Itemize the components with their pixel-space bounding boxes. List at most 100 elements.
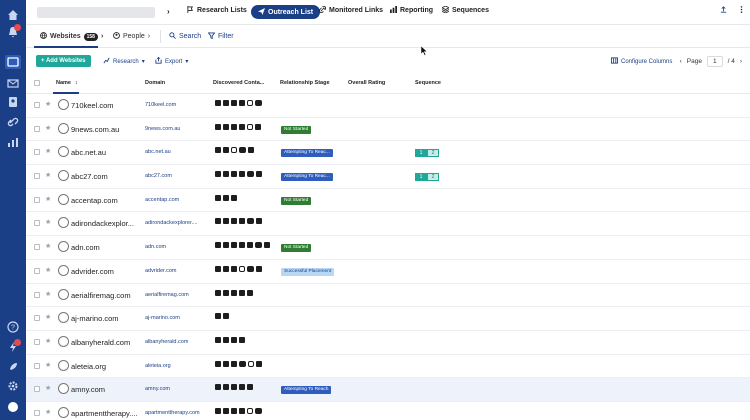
filter-button[interactable]: Filter (207, 32, 234, 41)
table-row[interactable]: ★ aleteia.org aleteia.org (26, 355, 750, 379)
relationship-stage-badge[interactable]: Attempting To Reach (281, 386, 332, 395)
instagram-icon[interactable] (239, 265, 245, 272)
mail-icon[interactable] (215, 242, 221, 249)
website-name[interactable]: aleteia.org (71, 362, 106, 371)
relationship-stage-badge[interactable]: Not Started (281, 196, 312, 205)
table-row[interactable]: ★ 9news.com.au 9news.com.au Not Started (26, 118, 750, 142)
relationship-stage-badge[interactable]: Successful Placement (281, 267, 335, 276)
star-icon[interactable]: ★ (45, 408, 51, 416)
select-all-checkbox[interactable] (34, 80, 40, 86)
youtube-icon[interactable] (247, 265, 254, 272)
mail-icon[interactable] (215, 360, 221, 367)
star-icon[interactable]: ★ (45, 171, 51, 179)
twitter-icon[interactable] (239, 242, 245, 249)
star-icon[interactable]: ★ (45, 218, 51, 226)
tiktok-icon[interactable] (223, 242, 229, 249)
linkedin-icon[interactable] (223, 313, 229, 320)
table-row[interactable]: ★ accentap.com accentap.com Not Started (26, 189, 750, 213)
website-domain[interactable]: aj-marino.com (145, 315, 180, 321)
table-row[interactable]: ★ aerialfiremag.com aerialfiremag.com (26, 284, 750, 308)
website-name[interactable]: adn.com (71, 243, 100, 252)
youtube-icon[interactable] (255, 407, 262, 414)
table-row[interactable]: ★ abc.net.au abc.net.au Attempting To Reac.… (26, 141, 750, 166)
settings-icon[interactable] (5, 379, 21, 393)
table-row[interactable]: ★ apartmenttherapy.... apartmenttherapy.co… (26, 402, 750, 420)
facebook-icon[interactable] (223, 360, 229, 367)
tab-websites[interactable]: Websites 158 › (40, 32, 103, 41)
star-icon[interactable]: ★ (45, 290, 51, 298)
facebook-icon[interactable] (215, 147, 221, 154)
twitter-icon[interactable] (239, 384, 245, 391)
twitter-icon[interactable] (223, 384, 229, 391)
tiktok-icon[interactable] (223, 123, 229, 130)
page-input[interactable]: 1 (706, 56, 723, 67)
instagram-icon[interactable] (248, 360, 254, 367)
relationship-stage-badge[interactable]: Attempting To Reac... (281, 149, 333, 158)
sort-icon[interactable]: ↕ (75, 80, 78, 86)
website-name[interactable]: albanyherald.com (71, 338, 130, 347)
row-checkbox[interactable] (34, 244, 40, 251)
header-name[interactable]: Name (56, 80, 71, 86)
table-row[interactable]: ★ adn.com adn.com Not Started (26, 236, 750, 260)
row-checkbox[interactable] (34, 338, 40, 345)
facebook-icon[interactable] (223, 336, 229, 343)
mail-icon[interactable] (215, 289, 221, 296)
instagram-icon[interactable] (231, 147, 237, 154)
website-domain[interactable]: amny.com (145, 386, 170, 392)
website-name[interactable]: apartmenttherapy.... (71, 409, 138, 418)
help-icon[interactable]: ? (5, 320, 21, 334)
tiktok-icon[interactable] (223, 407, 229, 414)
twitter-icon[interactable] (223, 147, 229, 154)
linkedin-icon[interactable] (248, 147, 254, 154)
row-checkbox[interactable] (34, 196, 40, 203)
youtube-icon[interactable] (255, 100, 262, 106)
nav-reporting[interactable]: Reporting (390, 6, 433, 15)
contacts-icon[interactable] (5, 95, 21, 109)
configure-columns-button[interactable]: Configure Columns (611, 57, 672, 66)
website-domain[interactable]: albanyherald.com (145, 339, 188, 345)
website-domain[interactable]: adn.com (145, 244, 166, 250)
linkedin-icon[interactable] (256, 360, 262, 367)
instagram-icon[interactable] (247, 100, 253, 106)
facebook-icon[interactable] (223, 265, 229, 272)
website-domain[interactable]: 710keel.com (145, 102, 176, 108)
linkedin-icon[interactable] (256, 171, 262, 178)
mail-icon[interactable] (215, 123, 221, 130)
facebook-icon[interactable] (231, 384, 237, 391)
mail-icon[interactable] (215, 194, 221, 201)
twitter-icon[interactable] (231, 336, 237, 343)
row-checkbox[interactable] (34, 315, 40, 322)
website-name[interactable]: 710keel.com (71, 101, 114, 110)
website-domain[interactable]: abc27.com (145, 173, 172, 179)
website-name[interactable]: aerialfiremag.com (71, 291, 131, 300)
lightning-icon[interactable] (5, 339, 21, 354)
twitter-icon[interactable] (239, 100, 245, 106)
row-checkbox[interactable] (34, 220, 40, 227)
facebook-icon[interactable] (231, 242, 237, 249)
twitter-icon[interactable] (239, 407, 245, 414)
row-checkbox[interactable] (34, 173, 40, 180)
table-row[interactable]: ★ albanyherald.com albanyherald.com (26, 331, 750, 355)
tiktok-icon[interactable] (223, 100, 229, 106)
mail-icon[interactable] (215, 218, 221, 225)
facebook-icon[interactable] (231, 407, 237, 414)
row-checkbox[interactable] (34, 291, 40, 298)
website-name[interactable]: accentap.com (71, 196, 118, 205)
twitter-icon[interactable] (239, 289, 245, 296)
linkedin-icon[interactable] (231, 194, 237, 201)
search-button[interactable]: Search (169, 32, 201, 41)
star-icon[interactable]: ★ (45, 242, 51, 250)
mail-icon[interactable] (215, 336, 221, 343)
header-domain[interactable]: Domain (145, 80, 165, 86)
row-checkbox[interactable] (34, 362, 40, 369)
linkedin-icon[interactable] (247, 289, 253, 296)
tiktok-icon[interactable] (223, 194, 229, 201)
notifications-icon[interactable] (5, 24, 21, 39)
youtube-icon[interactable] (255, 242, 262, 249)
relationship-stage-badge[interactable]: Not Started (281, 125, 312, 134)
link-icon[interactable] (5, 115, 21, 129)
youtube-icon[interactable] (247, 171, 254, 178)
user-avatar[interactable] (5, 400, 21, 414)
row-checkbox[interactable] (34, 102, 40, 108)
reporting-icon[interactable] (5, 135, 21, 149)
